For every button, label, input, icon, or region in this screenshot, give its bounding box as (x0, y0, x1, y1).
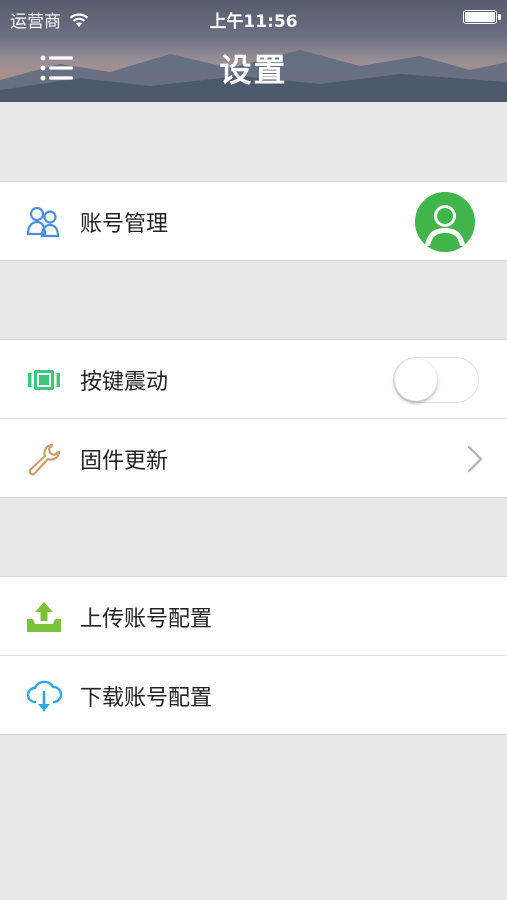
upload-config-row[interactable]: 上传账号配置 (0, 577, 507, 655)
header-bar: 运营商 上午11:56 设置 (0, 0, 507, 102)
battery-icon (463, 10, 501, 24)
download-config-label: 下载账号配置 (80, 686, 213, 711)
users-icon (26, 206, 60, 238)
download-config-row[interactable]: 下载账号配置 (0, 655, 507, 734)
firmware-update-row[interactable]: 固件更新 (0, 418, 507, 497)
toggle-knob (395, 359, 437, 401)
account-management-label: 账号管理 (80, 212, 169, 237)
upload-config-label: 上传账号配置 (80, 607, 213, 632)
status-time: 上午11:56 (209, 12, 298, 32)
key-vibration-row: 按键震动 (0, 340, 507, 418)
upload-icon (27, 602, 61, 632)
vibrate-icon (28, 370, 60, 390)
firmware-update-label: 固件更新 (80, 449, 169, 474)
account-management-row[interactable]: 账号管理 (0, 182, 507, 260)
cloud-download-icon (26, 680, 63, 712)
device-section: 按键震动 固件更新 (0, 339, 507, 498)
key-vibration-label: 按键震动 (80, 370, 169, 395)
key-vibration-toggle[interactable] (393, 357, 479, 403)
avatar[interactable] (415, 192, 475, 252)
page-title: 设置 (219, 51, 288, 89)
config-section: 上传账号配置 下载账号配置 (0, 576, 507, 735)
account-section: 账号管理 (0, 181, 507, 261)
default-avatar-icon (415, 192, 475, 252)
status-bar: 运营商 上午11:56 (0, 0, 507, 36)
chevron-right-icon (467, 445, 483, 473)
wrench-icon (28, 443, 61, 476)
